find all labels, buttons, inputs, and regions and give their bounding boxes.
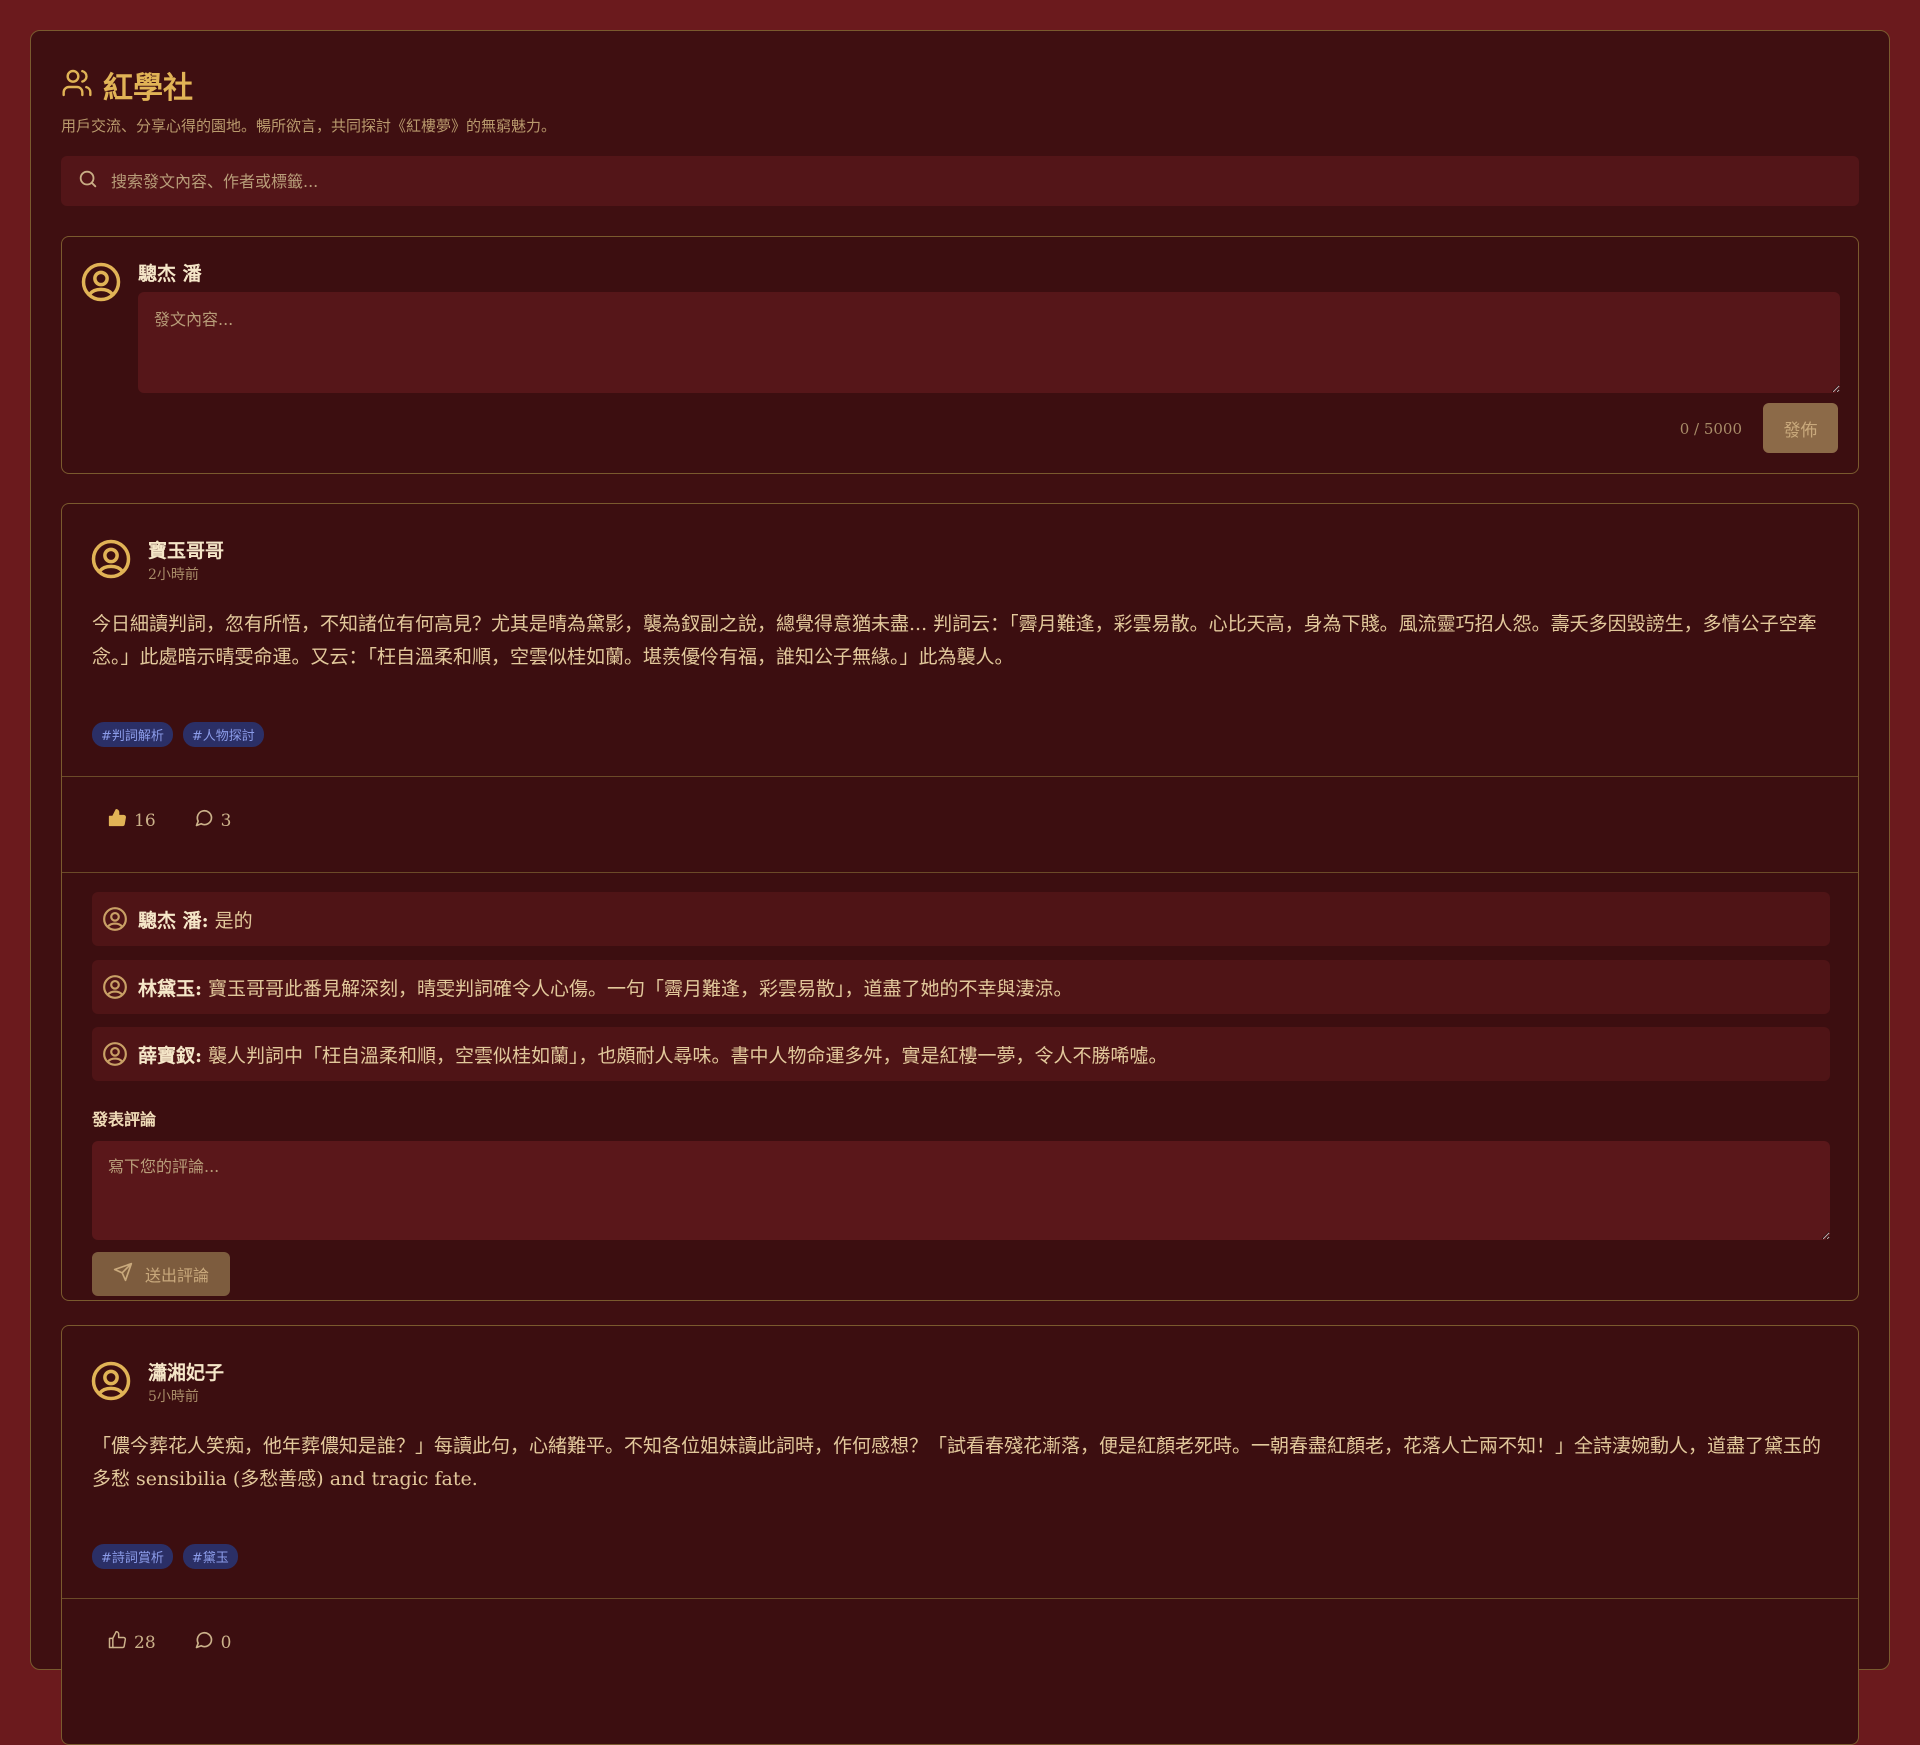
user-avatar-icon — [80, 261, 122, 303]
comment-item: 驄杰 潘: 是的 — [92, 892, 1830, 946]
page-header: 紅學社 用戶交流、分享心得的園地。暢所欲言，共同探討《紅樓夢》的無窮魅力。 — [61, 63, 556, 136]
comment-count: 0 — [220, 1632, 232, 1653]
post-timestamp: 2小時前 — [148, 567, 199, 583]
like-count: 28 — [134, 1632, 156, 1653]
like-count: 16 — [134, 810, 156, 831]
comment-text: 是的 — [214, 909, 253, 932]
send-icon — [113, 1262, 133, 1286]
commenter-avatar-icon — [102, 974, 128, 1000]
comments-toggle-button[interactable]: 3 — [194, 808, 232, 833]
divider — [62, 1598, 1858, 1599]
author-avatar-icon — [90, 1360, 132, 1402]
search-input[interactable] — [111, 171, 1859, 191]
post-author[interactable]: 瀟湘妃子 — [148, 1358, 224, 1385]
post-tags: #詩詞賞析 #黛玉 — [92, 1544, 238, 1569]
like-button[interactable]: 16 — [107, 808, 156, 833]
publish-button[interactable]: 發佈 — [1763, 403, 1838, 453]
post-actions: 28 0 — [107, 1630, 231, 1655]
comment-section-label: 發表評論 — [92, 1110, 157, 1129]
comment-author: 驄杰 潘: — [138, 909, 209, 932]
users-icon — [61, 67, 93, 103]
send-comment-label: 送出評論 — [144, 1266, 209, 1285]
comment-input[interactable] — [92, 1141, 1830, 1240]
post-tags: #判詞解析 #人物探討 — [92, 722, 264, 747]
post-card: 寶玉哥哥 2小時前 今日細讀判詞，忽有所悟，不知諸位有何高見？尤其是晴為黛影，襲… — [61, 503, 1859, 1301]
comment-icon — [194, 1630, 214, 1655]
comment-item: 林黛玉: 寶玉哥哥此番見解深刻，晴雯判詞確令人心傷。一句「霽月難逢，彩雲易散」，… — [92, 960, 1830, 1014]
post-card: 瀟湘妃子 5小時前 「儂今葬花人笑痴，他年葬儂知是誰？」每讀此句，心緒難平。不知… — [61, 1325, 1859, 1745]
post-content-input[interactable] — [138, 292, 1840, 393]
comment-author: 薛寶釵: — [138, 1044, 203, 1067]
commenter-avatar-icon — [102, 1041, 128, 1067]
divider — [62, 872, 1858, 873]
page-title: 紅學社 — [103, 71, 193, 106]
comment-count: 3 — [220, 810, 232, 831]
post-body: 「儂今葬花人笑痴，他年葬儂知是誰？」每讀此句，心緒難平。不知各位姐妹讀此詞時，作… — [92, 1435, 1822, 1490]
comment-text: 寶玉哥哥此番見解深刻，晴雯判詞確令人心傷。一句「霽月難逢，彩雲易散」，道盡了她的… — [208, 977, 1073, 1000]
thumbs-up-icon — [107, 808, 127, 833]
comment-icon — [194, 808, 214, 833]
post-composer: 驄杰 潘 0 / 5000 發佈 — [61, 236, 1859, 474]
char-counter: 0 / 5000 — [1679, 420, 1742, 438]
comments-toggle-button[interactable]: 0 — [194, 1630, 232, 1655]
comment-item: 薛寶釵: 襲人判詞中「枉自溫柔和順，空雲似桂如蘭」，也頗耐人尋味。書中人物命運多… — [92, 1027, 1830, 1081]
page-subtitle: 用戶交流、分享心得的園地。暢所欲言，共同探討《紅樓夢》的無窮魅力。 — [61, 117, 557, 135]
tag[interactable]: #詩詞賞析 — [92, 1544, 173, 1569]
tag[interactable]: #人物探討 — [182, 722, 264, 747]
post-timestamp: 5小時前 — [148, 1389, 199, 1405]
composer-user-name: 驄杰 潘 — [138, 263, 202, 285]
thumbs-up-icon — [107, 1630, 127, 1655]
commenter-avatar-icon — [102, 906, 128, 932]
search-icon — [77, 168, 99, 194]
comment-text: 襲人判詞中「枉自溫柔和順，空雲似桂如蘭」，也頗耐人尋味。書中人物命運多舛，實是紅… — [208, 1044, 1168, 1067]
comment-author: 林黛玉: — [138, 977, 203, 1000]
post-actions: 16 3 — [107, 808, 231, 833]
main-panel: 紅學社 用戶交流、分享心得的園地。暢所欲言，共同探討《紅樓夢》的無窮魅力。 驄杰… — [30, 30, 1890, 1745]
author-avatar-icon — [90, 538, 132, 580]
post-author[interactable]: 寶玉哥哥 — [148, 536, 224, 563]
post-body: 今日細讀判詞，忽有所悟，不知諸位有何高見？尤其是晴為黛影，襲為釵副之說，總覺得意… — [92, 613, 1817, 668]
tag[interactable]: #判詞解析 — [92, 722, 173, 747]
like-button[interactable]: 28 — [107, 1630, 156, 1655]
divider — [62, 776, 1858, 777]
tag[interactable]: #黛玉 — [182, 1544, 238, 1569]
send-comment-button[interactable]: 送出評論 — [92, 1252, 230, 1296]
search-bar[interactable] — [61, 156, 1859, 206]
